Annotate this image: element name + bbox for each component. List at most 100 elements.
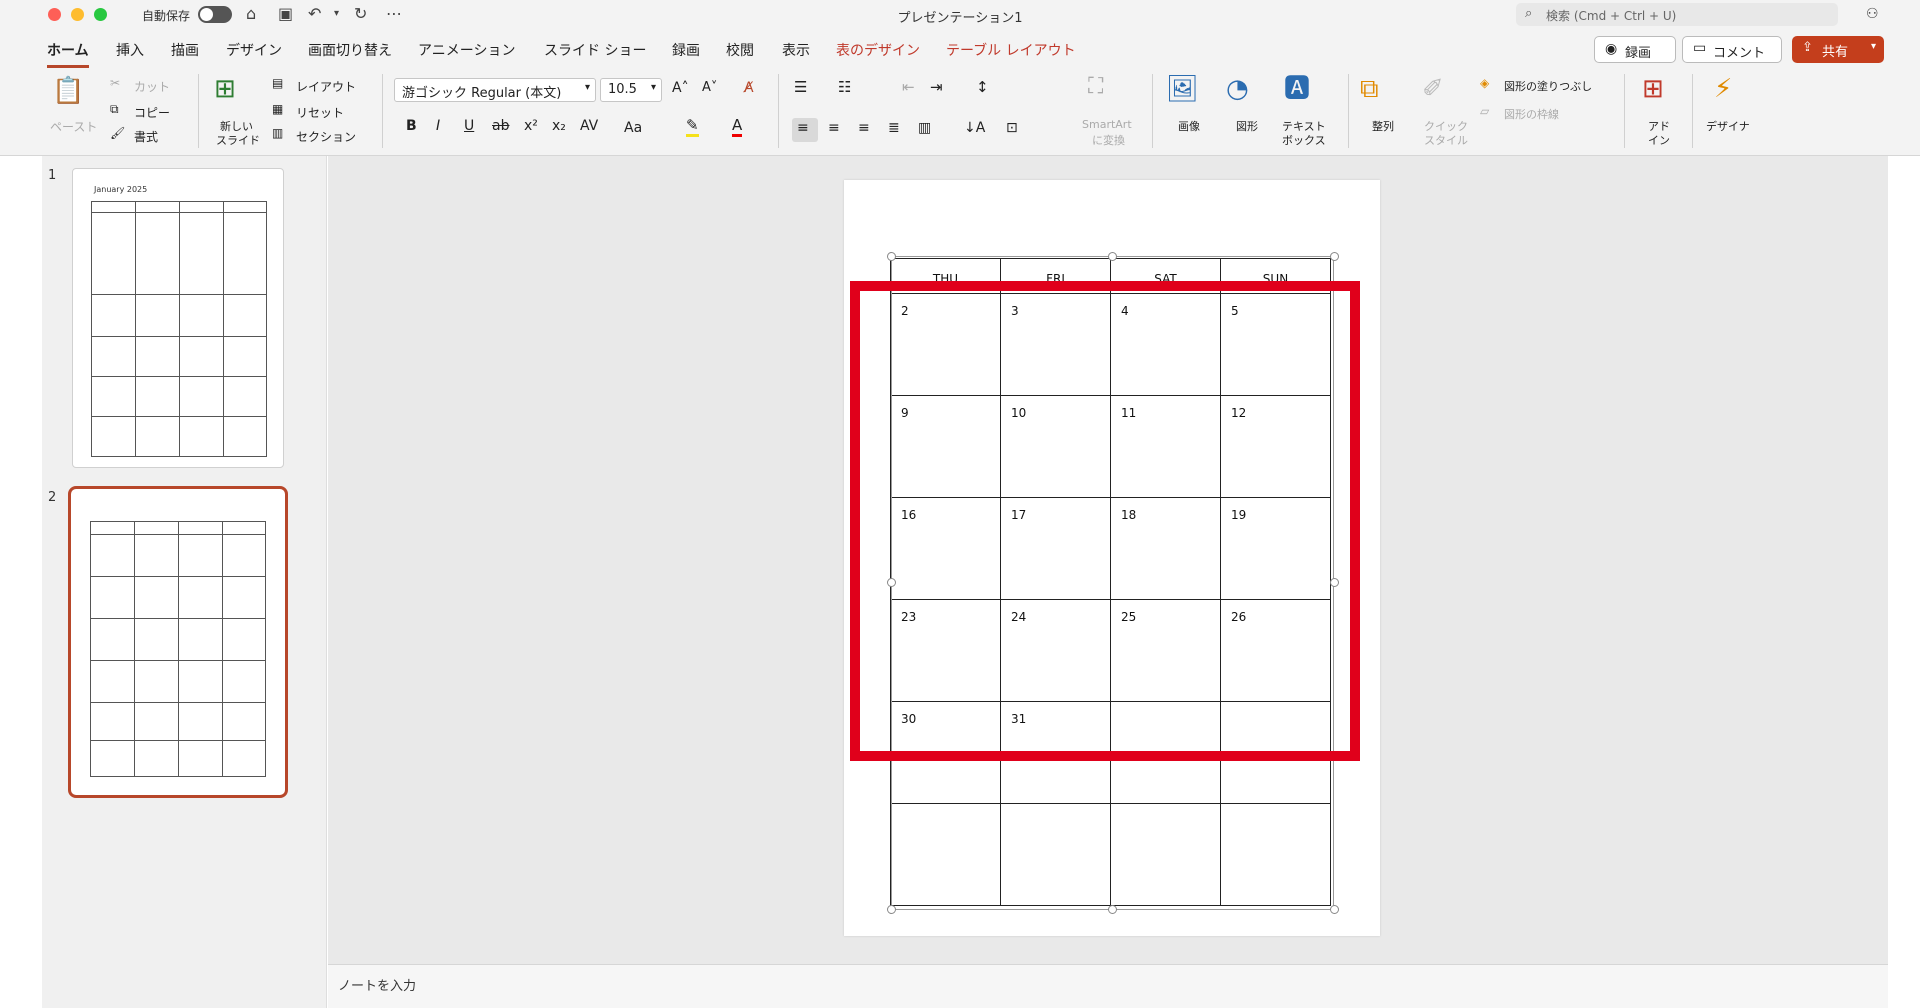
- designer-icon[interactable]: ⚡: [1714, 74, 1732, 104]
- decrease-indent-icon[interactable]: ⇤: [902, 78, 915, 96]
- day-cell[interactable]: 19: [1220, 497, 1331, 600]
- day-cell[interactable]: 12: [1220, 395, 1331, 498]
- tab-slideshow[interactable]: スライド ショー: [544, 40, 646, 60]
- resize-handle-middle-right[interactable]: [1330, 578, 1339, 587]
- header-cell[interactable]: FRI: [1000, 258, 1111, 294]
- shape-fill-icon[interactable]: ◈: [1480, 76, 1489, 90]
- day-cell[interactable]: 3: [1000, 293, 1111, 396]
- more-icon[interactable]: ⋯: [386, 4, 402, 24]
- paste-icon[interactable]: 📋: [52, 76, 84, 106]
- textbox-label-2[interactable]: ボックス: [1282, 132, 1326, 148]
- arrange-label[interactable]: 整列: [1372, 118, 1394, 134]
- tab-animations[interactable]: アニメーション: [418, 40, 515, 60]
- columns-icon[interactable]: ▥: [918, 120, 931, 136]
- bold-icon[interactable]: B: [406, 118, 417, 134]
- justify-icon[interactable]: ≣: [888, 120, 900, 136]
- day-cell[interactable]: [1220, 701, 1331, 804]
- shape-outline-icon[interactable]: ▱: [1480, 104, 1489, 118]
- slide-thumbnail-2[interactable]: [68, 486, 288, 798]
- copy-icon[interactable]: ⧉: [110, 102, 119, 117]
- align-center-icon[interactable]: ≡: [828, 120, 840, 136]
- day-cell[interactable]: 4: [1110, 293, 1221, 396]
- calendar-table[interactable]: THU FRI SAT SUN 2 3 4 5 9 10 11 12 16 17: [890, 258, 1331, 906]
- comment-button[interactable]: ▭ コメント: [1682, 36, 1782, 63]
- char-spacing-icon[interactable]: AV: [580, 118, 598, 134]
- day-cell[interactable]: [1000, 803, 1111, 906]
- reset-icon[interactable]: ▦: [272, 102, 283, 116]
- cut-icon[interactable]: ✂: [110, 76, 120, 90]
- close-window-button[interactable]: [48, 8, 61, 21]
- user-icon[interactable]: ⚇: [1866, 4, 1879, 24]
- slide-thumbnail-1[interactable]: January 2025: [72, 168, 284, 468]
- day-cell[interactable]: 25: [1110, 599, 1221, 702]
- increase-indent-icon[interactable]: ⇥: [930, 78, 943, 96]
- day-cell[interactable]: 24: [1000, 599, 1111, 702]
- addins-icon[interactable]: ⊞: [1642, 74, 1664, 104]
- section-label[interactable]: セクション: [296, 128, 356, 145]
- align-left-icon[interactable]: ≡: [797, 120, 809, 136]
- resize-handle-top-center[interactable]: [1108, 252, 1117, 261]
- new-slide-label-2[interactable]: スライド: [216, 132, 260, 148]
- day-cell[interactable]: 23: [890, 599, 1001, 702]
- cut-label[interactable]: カット: [134, 78, 170, 95]
- layout-icon[interactable]: ▤: [272, 76, 283, 90]
- addins-label-2[interactable]: イン: [1648, 132, 1670, 148]
- tab-home[interactable]: ホーム: [47, 40, 89, 68]
- font-name-select[interactable]: 游ゴシック Regular (本文) ▾: [394, 78, 596, 102]
- record-button[interactable]: ◉ 録画: [1594, 36, 1676, 63]
- align-text-icon[interactable]: ⊡: [1006, 120, 1018, 136]
- day-cell[interactable]: 11: [1110, 395, 1221, 498]
- format-painter-icon[interactable]: 🖌: [110, 126, 125, 140]
- shrink-font-icon[interactable]: A˅: [702, 80, 717, 95]
- underline-icon[interactable]: U: [464, 118, 474, 134]
- tab-record[interactable]: 録画: [672, 40, 700, 60]
- layout-label[interactable]: レイアウト: [296, 78, 356, 95]
- align-right-icon[interactable]: ≡: [858, 120, 870, 136]
- arrange-icon[interactable]: ⧉: [1360, 74, 1379, 104]
- shapes-label[interactable]: 図形: [1236, 118, 1258, 134]
- tab-insert[interactable]: 挿入: [116, 40, 144, 60]
- day-cell[interactable]: 2: [890, 293, 1001, 396]
- day-cell[interactable]: 30: [890, 701, 1001, 804]
- smartart-icon[interactable]: ⛶: [1088, 74, 1103, 99]
- save-icon[interactable]: ▣: [278, 4, 293, 24]
- home-icon[interactable]: ⌂: [246, 4, 256, 24]
- picture-icon[interactable]: 🖼: [1166, 74, 1199, 104]
- italic-icon[interactable]: I: [436, 118, 440, 134]
- redo-icon[interactable]: ↻: [354, 4, 367, 24]
- day-cell[interactable]: 18: [1110, 497, 1221, 600]
- header-cell[interactable]: SUN: [1220, 258, 1331, 294]
- smartart-label-1[interactable]: SmartArt: [1082, 118, 1132, 131]
- smartart-label-2[interactable]: に変換: [1092, 132, 1125, 148]
- resize-handle-top-left[interactable]: [887, 252, 896, 261]
- font-color-icon[interactable]: A: [732, 116, 743, 137]
- day-cell[interactable]: [890, 803, 1001, 906]
- day-cell[interactable]: 5: [1220, 293, 1331, 396]
- tab-draw[interactable]: 描画: [171, 40, 199, 60]
- textbox-icon[interactable]: 🅰: [1284, 74, 1310, 104]
- designer-label[interactable]: デザイナ: [1706, 118, 1750, 134]
- day-cell[interactable]: [1110, 803, 1221, 906]
- resize-handle-bottom-center[interactable]: [1108, 905, 1117, 914]
- numbering-icon[interactable]: ☷: [838, 78, 851, 96]
- strikethrough-icon[interactable]: ab: [492, 118, 509, 134]
- tab-transitions[interactable]: 画面切り替え: [308, 40, 392, 60]
- share-button[interactable]: ⇪ 共有 ▾: [1792, 36, 1884, 63]
- undo-icon[interactable]: ↶: [308, 4, 321, 24]
- notes-pane[interactable]: ノートを入力: [328, 964, 1888, 1008]
- tab-view[interactable]: 表示: [782, 40, 810, 60]
- day-cell[interactable]: 31: [1000, 701, 1111, 804]
- bullets-icon[interactable]: ☰: [794, 78, 807, 96]
- day-cell[interactable]: 9: [890, 395, 1001, 498]
- search-input[interactable]: ⌕ 検索 (Cmd + Ctrl + U): [1516, 3, 1838, 26]
- line-spacing-icon[interactable]: ↕: [976, 78, 989, 96]
- text-direction-icon[interactable]: ↓A: [964, 120, 985, 136]
- autosave-toggle[interactable]: [198, 6, 232, 23]
- reset-label[interactable]: リセット: [296, 104, 344, 121]
- header-cell[interactable]: THU: [890, 258, 1001, 294]
- shape-fill-label[interactable]: 図形の塗りつぶし: [1504, 78, 1592, 94]
- font-size-select[interactable]: 10.5 ▾: [600, 78, 662, 102]
- quick-style-label-2[interactable]: スタイル: [1424, 132, 1468, 148]
- resize-handle-bottom-right[interactable]: [1330, 905, 1339, 914]
- section-icon[interactable]: ▥: [272, 126, 283, 140]
